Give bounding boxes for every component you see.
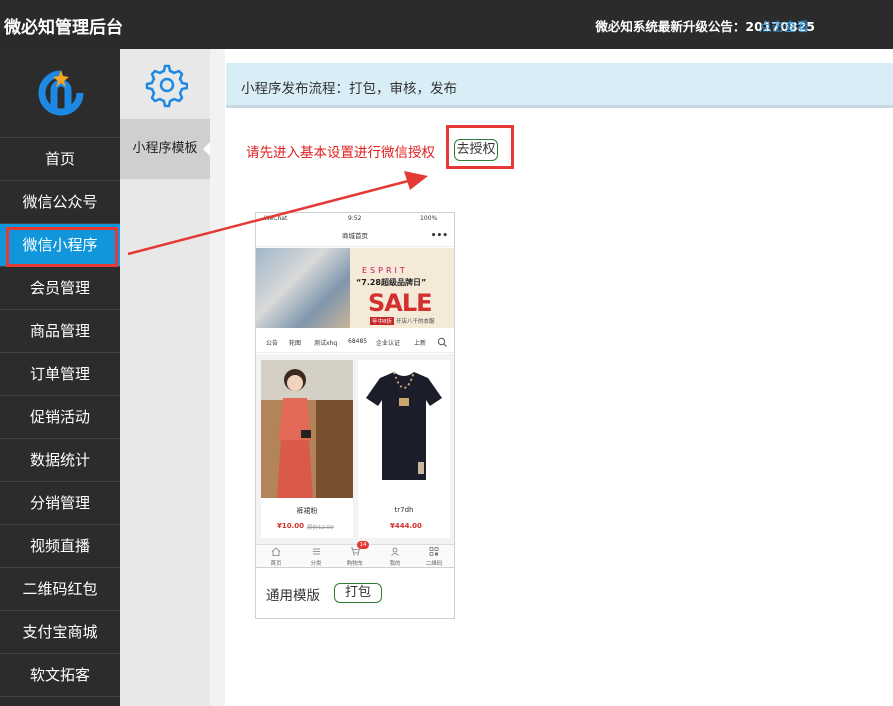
status-carrier: WeChat [264,215,288,222]
tab-cart: 购物车 [335,545,375,567]
sub-panel: 小程序模板 [120,49,211,706]
qrcode-icon [429,547,439,556]
category-item: 68485 [348,338,368,345]
category-item: 企业认证 [376,340,401,347]
status-time: 9:52 [348,215,362,222]
tab-home: 首页 [256,545,296,567]
sidebar-item-qr-redpacket[interactable]: 二维码红包 [0,568,120,611]
product-name: tr7dh [394,506,414,514]
sub-item-miniprogram-template[interactable]: 小程序模板 [120,119,211,179]
logo[interactable] [0,49,120,138]
phone-nav-bar: 商城首页 ••• [256,225,454,247]
status-battery: 100% [420,215,438,222]
auth-message: 请先进入基本设置进行微信授权 [246,145,435,161]
banner-tag: 年中8折 [370,317,394,325]
category-item: 测试xhq [314,340,338,347]
sidebar-item-products[interactable]: 商品管理 [0,310,120,353]
banner-photo [256,248,350,328]
search-icon [437,337,447,347]
top-bar: 微必知管理后台 微必知系统最新升级公告：20170825 点击查看 [0,0,893,49]
sidebar-item-wechat-miniprogram[interactable]: 微信小程序 [0,224,120,267]
category-item: 上新 [414,340,427,347]
banner-brand: ESPRIT [362,266,408,275]
product-old-price: 原价12.00 [307,525,334,531]
sidebar-item-home[interactable]: 首页 [0,138,120,181]
template-preview[interactable]: WeChat 9:52 100% 商城首页 ••• ESPRIT “7.28超级… [256,213,454,567]
list-icon [313,548,320,555]
user-icon [391,547,399,556]
pack-button[interactable]: 打包 [334,583,382,603]
banner-pager [324,317,359,328]
sidebar-item-soft-article[interactable]: 软文拓客 [0,654,120,697]
product-price: ¥10.00 [277,522,305,530]
category-item: 轮图 [289,340,302,347]
app-title: 微必知管理后台 [4,18,123,38]
product-image [261,360,353,498]
sidebar-item-wechat-official[interactable]: 微信公众号 [0,181,120,224]
tab-profile: 我的 [375,545,415,567]
sidebar-item-alipay-mall[interactable]: 支付宝商城 [0,611,120,654]
template-name: 通用模版 [266,588,320,604]
brand-logo-icon [38,70,84,116]
banner-sub: 开店八千的衣服 [396,319,435,325]
product-price: ¥444.00 [390,522,422,530]
sidebar-item-members[interactable]: 会员管理 [0,267,120,310]
more-dots-icon: ••• [430,231,448,241]
promo-banner: ESPRIT “7.28超级品牌日” SALE 年中8折 开店八千的衣服 [256,248,454,328]
sidebar: 首页 微信公众号 微信小程序 会员管理 商品管理 订单管理 促销活动 数据统计 … [0,49,120,706]
gear-icon [145,64,188,108]
sidebar-item-statistics[interactable]: 数据统计 [0,439,120,482]
product-card: tr7dh ¥444.00 [358,360,450,538]
sidebar-item-live-video[interactable]: 视频直播 [0,525,120,568]
phone-status-bar: WeChat 9:52 100% [256,213,454,225]
publish-tip-text: 小程序发布流程：打包，审核，发布 [241,81,457,97]
phone-nav-title: 商城首页 [342,232,368,240]
category-item: 公告 [266,340,279,347]
home-icon [271,547,281,556]
notice-link[interactable]: 点击查看 [759,16,809,35]
phone-tab-bar: 首页 分类 购物车 我的 二维码 [256,544,454,567]
tab-qrcode: 二维码 [414,545,454,567]
sidebar-item-promotions[interactable]: 促销活动 [0,396,120,439]
product-name: 裤裙粉 [296,507,318,515]
publish-tip-bar: 小程序发布流程：打包，审核，发布 [226,63,893,108]
template-card: WeChat 9:52 100% 商城首页 ••• ESPRIT “7.28超级… [255,212,455,619]
banner-sale: SALE [368,289,433,317]
category-row: 公告 轮图 测试xhq 68485 企业认证 上新 [256,331,454,353]
template-card-footer: 通用模版 打包 [256,567,454,619]
cart-count-badge: 14 [357,541,369,549]
sidebar-item-orders[interactable]: 订单管理 [0,353,120,396]
product-image [358,360,450,498]
tab-category: 分类 [296,545,336,567]
sidebar-item-distribution[interactable]: 分销管理 [0,482,120,525]
banner-slogan: “7.28超级品牌日” [356,278,427,287]
authorize-button[interactable]: 去授权 [454,139,498,161]
main-content: 小程序发布流程：打包，审核，发布 请先进入基本设置进行微信授权 去授权 WeCh… [210,49,893,706]
product-card: 裤裙粉 ¥10.00 原价12.00 [261,360,353,538]
